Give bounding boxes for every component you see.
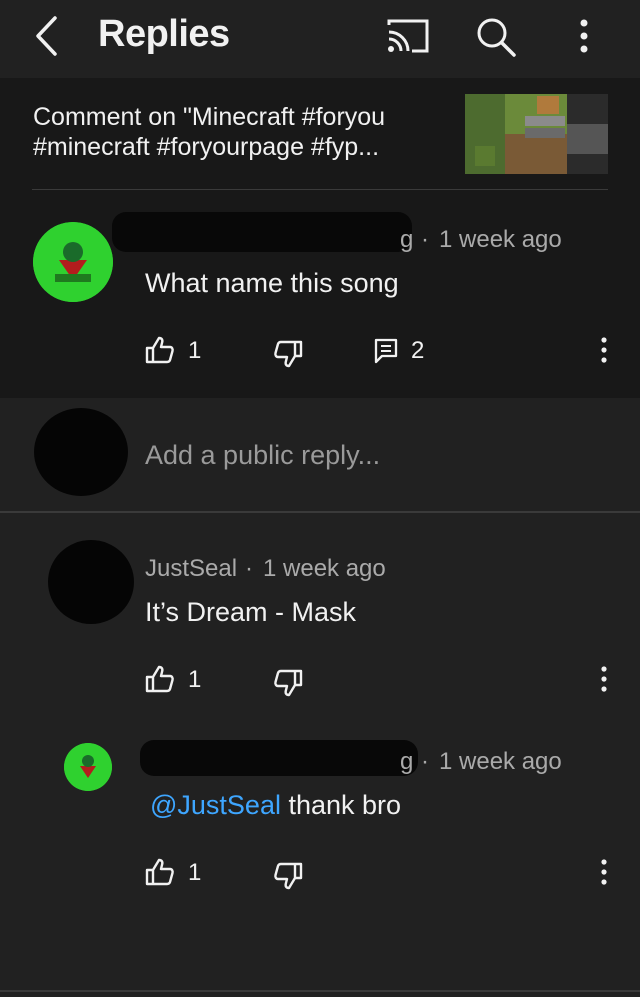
mention-link[interactable]: @JustSeal <box>150 790 281 820</box>
comment-author-suffix: g <box>400 226 414 253</box>
divider <box>0 511 640 513</box>
reply-author-suffix: g <box>400 748 414 775</box>
reply-count: 2 <box>411 337 425 364</box>
reply-timestamp: 1 week ago <box>263 555 386 582</box>
like-count: 1 <box>188 337 202 364</box>
user-avatar <box>34 408 128 496</box>
comment-more-icon[interactable] <box>596 336 612 364</box>
dislike-button[interactable] <box>273 340 303 368</box>
comment-timestamp: 1 week ago <box>439 226 562 253</box>
search-icon[interactable] <box>472 14 520 58</box>
like-count: 1 <box>188 859 202 886</box>
reply-author[interactable]: JustSeal <box>145 555 237 583</box>
page-title: Replies <box>98 13 230 55</box>
reply-text-body: thank bro <box>288 790 402 820</box>
reply-more-icon[interactable] <box>596 665 612 693</box>
more-vert-icon[interactable] <box>570 14 598 58</box>
reply-input[interactable]: Add a public reply... <box>145 440 380 471</box>
video-title-line2: #minecraft #foryourpage #fyp... <box>33 133 380 161</box>
like-button[interactable] <box>145 665 175 693</box>
back-arrow-icon[interactable] <box>28 14 68 58</box>
commenter-avatar[interactable] <box>33 222 113 302</box>
reply-time-separator: · <box>245 555 253 582</box>
reply-comment-icon[interactable] <box>373 338 399 364</box>
comment-text: What name this song <box>145 268 399 298</box>
reply-avatar[interactable] <box>48 540 134 624</box>
reply-timestamp: 1 week ago <box>439 748 562 775</box>
like-button[interactable] <box>145 858 175 886</box>
reply-text: @JustSeal thank bro <box>150 790 401 821</box>
dislike-button[interactable] <box>273 669 303 697</box>
video-thumbnail[interactable] <box>465 94 608 174</box>
video-title-line1: Comment on "Minecraft #foryou <box>33 103 386 131</box>
cast-icon[interactable] <box>384 16 432 56</box>
comment-time-separator: · <box>421 226 429 253</box>
reply-more-icon[interactable] <box>596 858 612 886</box>
divider <box>32 189 608 190</box>
redacted-username <box>140 740 418 776</box>
video-title[interactable]: Comment on "Minecraft #foryou #minecraft… <box>33 102 433 162</box>
like-button[interactable] <box>145 336 175 364</box>
divider <box>0 990 640 992</box>
app-bar: Replies <box>0 0 640 78</box>
redacted-username <box>112 212 412 252</box>
dislike-button[interactable] <box>273 862 303 890</box>
reply-text: It’s Dream - Mask <box>145 597 357 627</box>
reply-time-separator: · <box>421 748 429 775</box>
like-count: 1 <box>188 666 202 693</box>
reply-avatar[interactable] <box>64 743 112 791</box>
